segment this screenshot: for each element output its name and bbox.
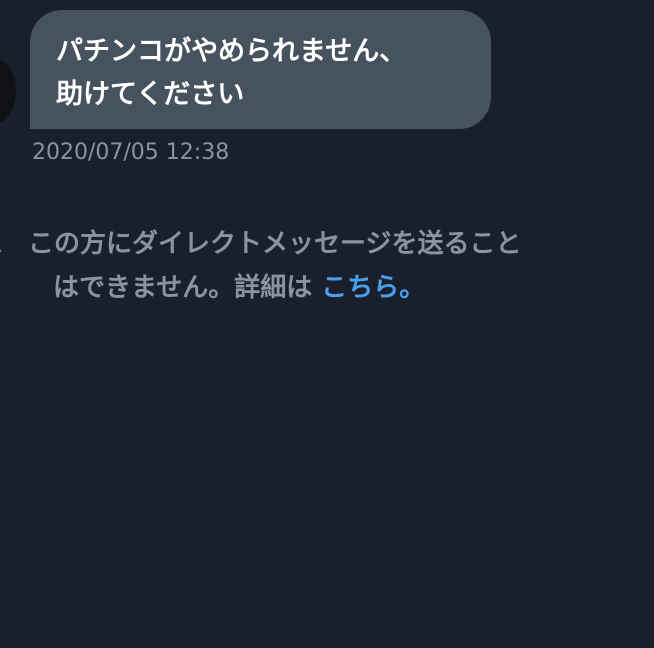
notice-leading-mark: 、 <box>0 222 18 264</box>
sender-avatar[interactable] <box>0 58 16 124</box>
notice-line-1: この方にダイレクトメッセージを送ること <box>28 229 522 259</box>
notice-line-2-text: はできません。詳細は <box>53 273 322 303</box>
learn-more-link[interactable]: こちら。 <box>321 273 425 303</box>
message-bubble: パチンコがやめられません、 助けてください <box>30 10 491 129</box>
message-timestamp: 2020/07/05 12:38 <box>32 140 230 165</box>
dm-unavailable-notice: この方にダイレクトメッセージを送ること はできません。詳細は こちら。 <box>28 222 648 310</box>
message-text-line-1: パチンコがやめられません、 <box>56 36 407 67</box>
message-text-line-2: 助けてください <box>56 79 245 110</box>
notice-line-2: はできません。詳細は こちら。 <box>28 266 648 310</box>
